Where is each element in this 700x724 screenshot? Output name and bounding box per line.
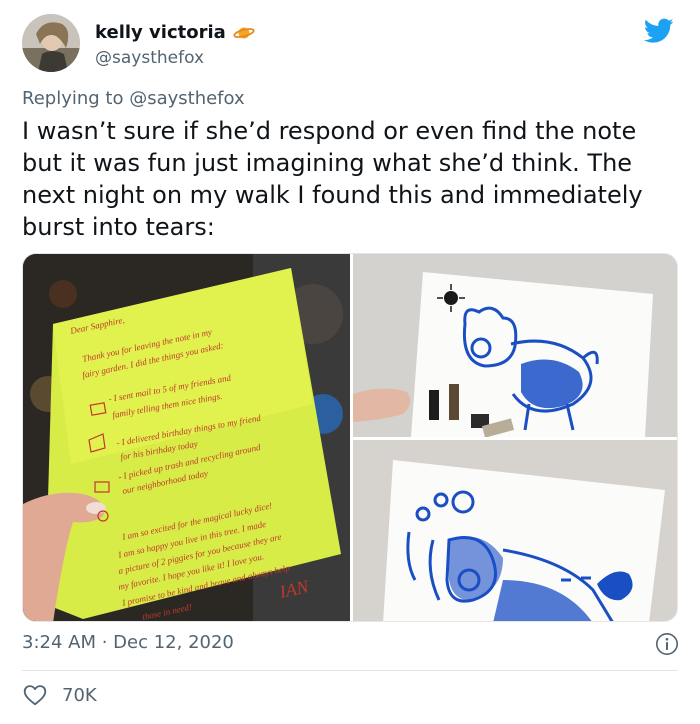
tweet-date[interactable]: Dec 12, 2020: [113, 632, 234, 653]
replying-to: Replying to @saysthefox: [22, 88, 245, 109]
like-action[interactable]: 70K: [22, 682, 97, 708]
replying-prefix: Replying to: [22, 88, 130, 109]
tweet-header: kelly victoria @saysthefox: [22, 14, 678, 76]
tweet-text: I wasn’t sure if she’d respond or even f…: [22, 117, 643, 241]
handwritten-letter-photo[interactable]: Dear Sapphire, Thank you for leaving the…: [23, 254, 350, 621]
author-display-name[interactable]: kelly victoria: [95, 22, 226, 43]
heart-icon[interactable]: [22, 682, 48, 708]
tweet-media[interactable]: Dear Sapphire, Thank you for leaving the…: [22, 253, 678, 622]
author-handle[interactable]: @saysthefox: [95, 48, 204, 68]
twitter-bird-icon[interactable]: [644, 18, 674, 44]
blue-pig-drawing-closeup-photo[interactable]: [353, 440, 677, 621]
planet-icon: [233, 25, 255, 41]
reply-mention-link[interactable]: @saysthefox: [129, 88, 244, 109]
footer-divider: [22, 670, 678, 671]
tweet-timestamp[interactable]: 3:24 AM · Dec 12, 2020: [22, 632, 234, 653]
info-icon[interactable]: [655, 632, 679, 656]
blue-pig-drawing-photo[interactable]: [353, 254, 677, 437]
timestamp-separator: ·: [96, 632, 114, 653]
author-name-row[interactable]: kelly victoria: [95, 22, 255, 43]
avatar[interactable]: [22, 14, 80, 72]
tweet-time[interactable]: 3:24 AM: [22, 632, 96, 653]
like-count: 70K: [62, 684, 97, 706]
